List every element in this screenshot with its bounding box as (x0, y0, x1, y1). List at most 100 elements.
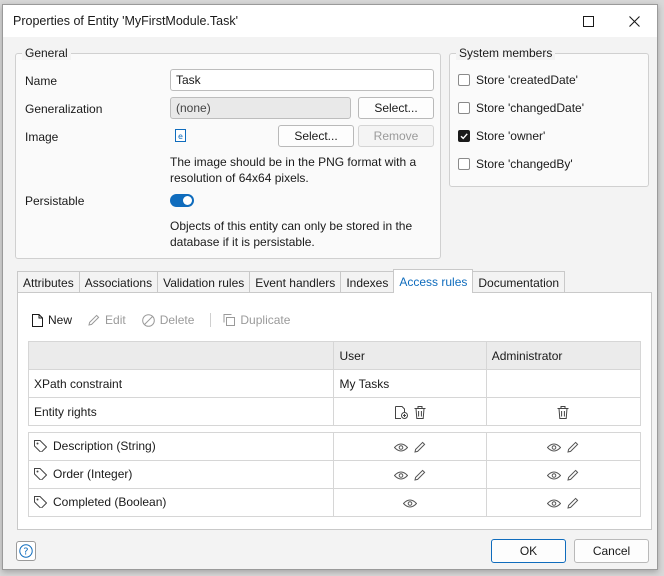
svg-text:e: e (178, 132, 183, 141)
properties-dialog: Properties of Entity 'MyFirstModule.Task… (2, 4, 658, 570)
create-document-icon[interactable] (394, 405, 408, 419)
new-button[interactable]: New (32, 313, 72, 327)
ok-button[interactable]: OK (491, 539, 566, 563)
checkbox-unchecked (458, 102, 470, 114)
attribute-user-rights[interactable] (333, 488, 487, 517)
delete-button[interactable]: Delete (141, 313, 194, 327)
table-header-row: User Administrator (27, 341, 642, 370)
store-changedby-checkbox[interactable]: Store 'changedBy' (458, 157, 573, 171)
duplicate-button[interactable]: Duplicate (223, 313, 290, 327)
general-group: General Name Task Generalization (none) … (15, 46, 441, 259)
duplicate-label: Duplicate (240, 313, 291, 327)
eye-icon[interactable] (547, 443, 562, 452)
name-label: Name (25, 74, 58, 88)
store-changeddate-checkbox[interactable]: Store 'changedDate' (458, 101, 584, 115)
edit-button[interactable]: Edit (88, 313, 126, 327)
attribute-cell: Completed (Boolean) (27, 488, 335, 517)
attribute-rights-table: Description (String) Order (Integer) Com… (27, 432, 642, 517)
entity-rights-user-cell[interactable] (333, 397, 487, 426)
attribute-label: Completed (Boolean) (53, 494, 167, 509)
row-label: Entity rights (27, 397, 335, 426)
image-select-button[interactable]: Select... (278, 125, 354, 147)
tab-indexes[interactable]: Indexes (340, 271, 395, 293)
maximize-button[interactable] (565, 5, 611, 37)
eye-icon[interactable] (394, 443, 409, 452)
table-row[interactable]: Entity rights (27, 397, 642, 426)
checkbox-checked (458, 130, 470, 142)
image-hint-line-1: The image should be in the PNG format wi… (170, 155, 417, 169)
checkbox-label: Store 'changedDate' (476, 101, 584, 115)
generalization-select-button[interactable]: Select... (358, 97, 434, 119)
trash-icon[interactable] (557, 405, 569, 419)
attribute-admin-rights[interactable] (485, 432, 642, 461)
checkbox-unchecked (458, 74, 470, 86)
generalization-field: (none) (170, 97, 351, 119)
help-button[interactable]: ? (16, 541, 36, 561)
image-placeholder-icon: e (175, 129, 187, 143)
maximize-icon (582, 15, 594, 27)
xpath-user-cell[interactable]: My Tasks (333, 369, 487, 398)
table-header-administrator[interactable]: Administrator (485, 341, 642, 370)
window-title: Properties of Entity 'MyFirstModule.Task… (13, 14, 238, 28)
pencil-icon[interactable] (567, 441, 579, 453)
table-row[interactable]: XPath constraint My Tasks (27, 369, 642, 398)
generalization-label: Generalization (25, 102, 103, 116)
xpath-admin-cell[interactable] (485, 369, 642, 398)
tag-icon (34, 495, 47, 508)
eye-icon[interactable] (403, 499, 418, 508)
table-header-member (27, 341, 335, 370)
pencil-icon[interactable] (414, 441, 426, 453)
table-row[interactable]: Description (String) (27, 432, 642, 461)
eye-icon[interactable] (547, 471, 562, 480)
image-label: Image (25, 130, 59, 144)
edit-label: Edit (105, 313, 126, 327)
prohibited-icon (141, 313, 155, 327)
tag-icon (34, 467, 47, 480)
cancel-button[interactable]: Cancel (574, 539, 649, 563)
attribute-admin-rights[interactable] (485, 488, 642, 517)
checkbox-label: Store 'changedBy' (476, 157, 573, 171)
pencil-icon[interactable] (567, 497, 579, 509)
persistable-toggle[interactable] (170, 194, 194, 207)
table-row[interactable]: Completed (Boolean) (27, 488, 642, 517)
new-document-icon (32, 313, 43, 327)
tab-documentation[interactable]: Documentation (472, 271, 566, 293)
access-rules-panel: New Edit Delete Duplicate User Administr… (17, 292, 652, 530)
checkbox-label: Store 'owner' (476, 129, 546, 143)
attribute-cell: Order (Integer) (27, 460, 335, 489)
svg-text:?: ? (23, 547, 28, 558)
eye-icon[interactable] (394, 471, 409, 480)
eye-icon[interactable] (547, 499, 562, 508)
tab-attributes[interactable]: Attributes (17, 271, 80, 293)
toolbar-separator (210, 313, 212, 327)
attribute-user-rights[interactable] (333, 432, 487, 461)
tab-validation-rules[interactable]: Validation rules (157, 271, 251, 293)
tab-event-handlers[interactable]: Event handlers (249, 271, 342, 293)
store-owner-checkbox[interactable]: Store 'owner' (458, 129, 545, 143)
table-header-user[interactable]: User (333, 341, 487, 370)
title-bar: Properties of Entity 'MyFirstModule.Task… (3, 5, 657, 37)
close-button[interactable] (611, 5, 657, 37)
persistable-label: Persistable (25, 194, 85, 208)
trash-icon[interactable] (414, 405, 426, 419)
pencil-icon[interactable] (414, 469, 426, 481)
question-mark-icon: ? (19, 544, 33, 558)
tab-associations[interactable]: Associations (78, 271, 159, 293)
checkbox-label: Store 'createdDate' (476, 73, 578, 87)
image-hint-line-2: resolution of 64x64 pixels. (170, 171, 309, 185)
tag-icon (34, 439, 47, 452)
tab-access-rules[interactable]: Access rules (393, 269, 474, 293)
image-remove-button[interactable]: Remove (358, 125, 434, 147)
name-field[interactable]: Task (170, 69, 434, 91)
attribute-label: Order (Integer) (53, 466, 133, 481)
entity-rights-admin-cell[interactable] (485, 397, 642, 426)
table-row[interactable]: Order (Integer) (27, 460, 642, 489)
system-members-group: System members Store 'createdDate' Store… (449, 46, 649, 187)
attribute-label: Description (String) (53, 438, 156, 453)
pencil-icon (88, 314, 100, 326)
attribute-user-rights[interactable] (333, 460, 487, 489)
store-createddate-checkbox[interactable]: Store 'createdDate' (458, 73, 578, 87)
pencil-icon[interactable] (567, 469, 579, 481)
attribute-admin-rights[interactable] (485, 460, 642, 489)
access-rights-table: User Administrator XPath constraint My T… (27, 341, 642, 426)
